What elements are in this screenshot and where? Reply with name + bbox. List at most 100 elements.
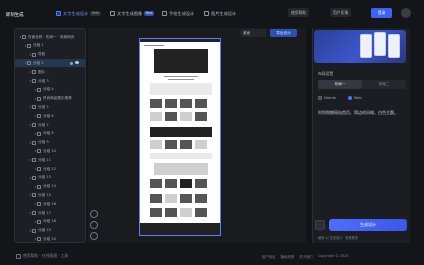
layer-row[interactable]: ▾ 分组 12 (15, 165, 85, 173)
layer-label: 分组 3 (38, 78, 49, 83)
tab-text-to-design[interactable]: 文字生成设计 Beta (56, 9, 101, 18)
layer-row[interactable]: ▾ 分组 14 (15, 183, 85, 191)
generate-note: 使用 AI 生成设计 · 查看更多 (318, 236, 359, 240)
preview-product (180, 112, 192, 121)
layer-icon (37, 96, 41, 101)
layer-row[interactable]: ▾ 分组 6 (15, 112, 85, 120)
layer-row[interactable]: ▾ 导航 (15, 51, 85, 59)
lock-icon[interactable] (70, 61, 73, 65)
prompt-description[interactable]: 时尚购物网站首页，简洁的风格，白色主题。 (318, 110, 406, 116)
layer-icon (32, 228, 36, 233)
tab-image-to-design[interactable]: 图片生成设计 (204, 9, 236, 18)
layer-row[interactable]: ▾ 分组 2 (15, 59, 85, 68)
promo-banner[interactable] (314, 30, 406, 63)
login-button[interactable]: 登录 (371, 8, 392, 18)
image-icon (110, 11, 115, 16)
sketch-icon (162, 11, 167, 16)
feedback-button[interactable]: 用户反馈 (330, 8, 352, 17)
layer-row[interactable]: ▾ 分组 1 (15, 42, 85, 50)
layer-row[interactable]: ▾ 分组 7 (15, 121, 85, 129)
bottom-left-links[interactable]: 使用帮助 · 在线客服 · 工具 (16, 253, 68, 259)
radio-circle-icon (347, 96, 352, 100)
layer-label: 分组 13 (38, 175, 51, 180)
layer-row[interactable]: ▾ 分组 17 (15, 209, 85, 217)
preview-product (150, 208, 162, 217)
layer-label: 分组 14 (43, 184, 56, 189)
preview-product (195, 179, 207, 188)
page-preview[interactable] (139, 38, 221, 236)
export-button[interactable]: 导出设计 (270, 29, 297, 37)
layer-icon (37, 237, 41, 242)
translate-icon[interactable] (315, 220, 325, 230)
preview-product (195, 194, 207, 203)
layer-row[interactable]: ▾ 分组 15 (15, 191, 85, 199)
layer-row[interactable]: ▾ 分组 5 (15, 103, 85, 111)
generate-button[interactable]: 生成设计 (329, 219, 407, 231)
layer-row[interactable]: ▾ 分组 16 (15, 200, 85, 208)
preview-section (150, 83, 212, 95)
layer-row[interactable]: ▾ 分组 13 (15, 174, 85, 182)
layer-row[interactable]: ▾ 分组 11 (15, 156, 85, 164)
device-select[interactable]: 桌面 (240, 29, 266, 37)
eye-icon[interactable] (75, 61, 79, 65)
fit-icon[interactable] (90, 232, 98, 240)
radio-web[interactable]: Web (347, 94, 362, 102)
layer-icon (32, 79, 36, 83)
preview-text (144, 45, 164, 47)
layer-row[interactable]: ▾ 分组 20 (15, 235, 85, 242)
segment-option-1[interactable]: 布局一 (318, 80, 362, 89)
layer-icon (32, 211, 36, 215)
hand-icon[interactable] (90, 210, 98, 218)
layer-row[interactable]: ▾ 页面名称 · 布局一 · 电商网页 (15, 33, 85, 41)
help-button[interactable]: 使用帮助 (288, 8, 310, 17)
layer-label: 分组 10 (43, 148, 56, 153)
radio-mobile[interactable]: Mobile (318, 94, 336, 102)
layer-row[interactable]: ▾ 分组 9 (15, 139, 85, 147)
segment-option-2[interactable]: 布局二 (362, 80, 406, 89)
footer-link[interactable]: 关于我们 (299, 254, 313, 259)
layer-label: 分组 19 (38, 228, 51, 233)
layer-row[interactable]: ▾ 分组 10 (15, 147, 85, 155)
layer-icon (32, 70, 36, 75)
layer-label: 分组 1 (33, 43, 44, 48)
preview-product (165, 112, 177, 121)
layer-label: 分组 20 (43, 236, 56, 241)
tab-text-to-image[interactable]: 文字生成图像 New (110, 9, 155, 18)
layer-row[interactable]: ▾ 图片 (15, 68, 85, 76)
avatar[interactable] (401, 8, 411, 18)
footer-link[interactable]: 隐私政策 (281, 254, 295, 259)
beta-badge: Beta (90, 11, 101, 16)
preview-product (165, 179, 177, 188)
layout-segmented-control: 布局一 布局二 (318, 80, 406, 89)
preview-product (180, 179, 192, 188)
preview-text (168, 79, 194, 81)
layer-label: 分组 5 (38, 104, 49, 109)
design-icon (56, 11, 61, 16)
new-badge: New (144, 11, 155, 16)
layer-row[interactable]: ▾ 分组 4 (15, 86, 85, 94)
phone-mockup (360, 34, 372, 58)
layer-label: 分组 11 (38, 157, 51, 162)
layer-label: 页面名称 · 布局一 · 电商网页 (28, 34, 75, 39)
layer-row[interactable]: ▾ 分组 19 (15, 227, 85, 235)
layer-row[interactable]: ▾ 分组 3 (15, 77, 85, 85)
tab-sketch-to-design[interactable]: 手绘生成设计 (162, 9, 194, 18)
canvas-tools (90, 210, 100, 242)
layer-icon (37, 219, 41, 224)
layer-label: 导航 (38, 52, 46, 57)
layer-label: 分组 16 (43, 201, 56, 206)
preview-product (180, 140, 192, 149)
layer-icon (37, 149, 41, 154)
layer-row[interactable]: ▾ 分组 18 (15, 218, 85, 226)
preview-banner (150, 127, 212, 137)
help-icon (16, 253, 21, 259)
layer-label: 分组 6 (43, 113, 54, 118)
layer-row[interactable]: ▾ 时尚商品展示推荐 (15, 95, 85, 103)
preview-product (165, 194, 177, 203)
zoom-icon[interactable] (90, 221, 98, 229)
layer-row[interactable]: ▾ 分组 8 (15, 130, 85, 138)
preview-product (150, 179, 162, 188)
footer-link[interactable]: 用户协议 (262, 254, 276, 259)
preview-product (195, 99, 207, 108)
layer-icon (32, 158, 36, 163)
